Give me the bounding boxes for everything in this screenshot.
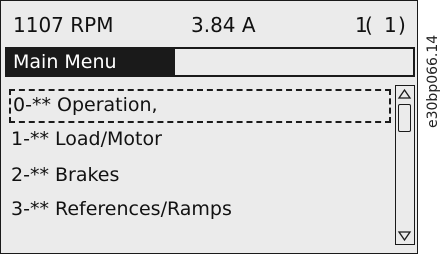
speed-readout: 1107 RPM xyxy=(13,13,114,37)
menu-item-operation[interactable]: 0-** Operation, xyxy=(13,93,158,117)
menu-item-number: 3 xyxy=(11,198,24,220)
figure-code-text: e30bp066.14 xyxy=(425,34,441,128)
scroll-down-arrow-icon[interactable] xyxy=(397,229,412,243)
menu-title: Main Menu xyxy=(7,49,175,75)
figure-code: e30bp066.14 xyxy=(422,0,444,130)
menu-item-number: 1 xyxy=(11,128,24,150)
menu-item-number: 2 xyxy=(11,164,24,186)
menu-item-stars: -** xyxy=(23,128,49,150)
setup-indicator: 1 ( 1 ) xyxy=(355,13,406,37)
scroll-thumb[interactable] xyxy=(398,104,411,132)
menu-item-label: Brakes xyxy=(48,164,120,186)
scroll-up-arrow-icon[interactable] xyxy=(397,87,412,101)
menu-item-stars: -** xyxy=(25,94,51,116)
menu-item-stars: -** xyxy=(23,198,49,220)
lcp-display: 1107 RPM 3.84 A 1 ( 1 ) Main Menu 0-** O… xyxy=(0,0,418,254)
menu-item-label: Load/Motor xyxy=(48,128,162,150)
setup-edit-number: 1 xyxy=(384,13,397,37)
menu-title-bar: Main Menu xyxy=(5,47,415,77)
menu-item-label: References/Ramps xyxy=(48,198,232,220)
scrollbar[interactable] xyxy=(395,85,415,245)
status-row: 1107 RPM 3.84 A 1 ( 1 ) xyxy=(1,1,419,43)
setup-paren-open: ( xyxy=(365,13,373,37)
menu-item-brakes[interactable]: 2-** Brakes xyxy=(11,163,119,187)
current-readout: 3.84 A xyxy=(191,13,256,37)
menu-item-references-ramps[interactable]: 3-** References/Ramps xyxy=(11,197,232,221)
setup-paren-close: ) xyxy=(398,13,406,37)
menu-item-label: Operation, xyxy=(50,94,158,116)
menu-item-stars: -** xyxy=(23,164,49,186)
menu-item-number: 0 xyxy=(13,94,26,116)
menu-item-load-motor[interactable]: 1-** Load/Motor xyxy=(11,127,162,151)
